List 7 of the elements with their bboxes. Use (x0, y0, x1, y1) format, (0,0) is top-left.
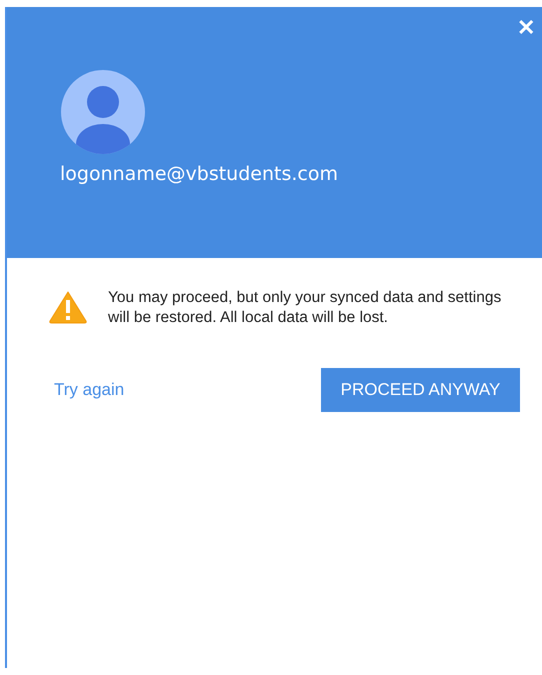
warning-icon (48, 290, 88, 324)
proceed-anyway-button[interactable]: PROCEED ANYWAY (321, 368, 520, 412)
account-email: logonname@vbstudents.com (60, 163, 339, 185)
close-button[interactable]: ✕ (517, 17, 535, 39)
avatar-icon (60, 69, 146, 155)
warning-message: You may proceed, but only your synced data and settings will be restored. All local data will be lost. (108, 288, 502, 328)
try-again-link[interactable]: Try again (54, 380, 124, 400)
